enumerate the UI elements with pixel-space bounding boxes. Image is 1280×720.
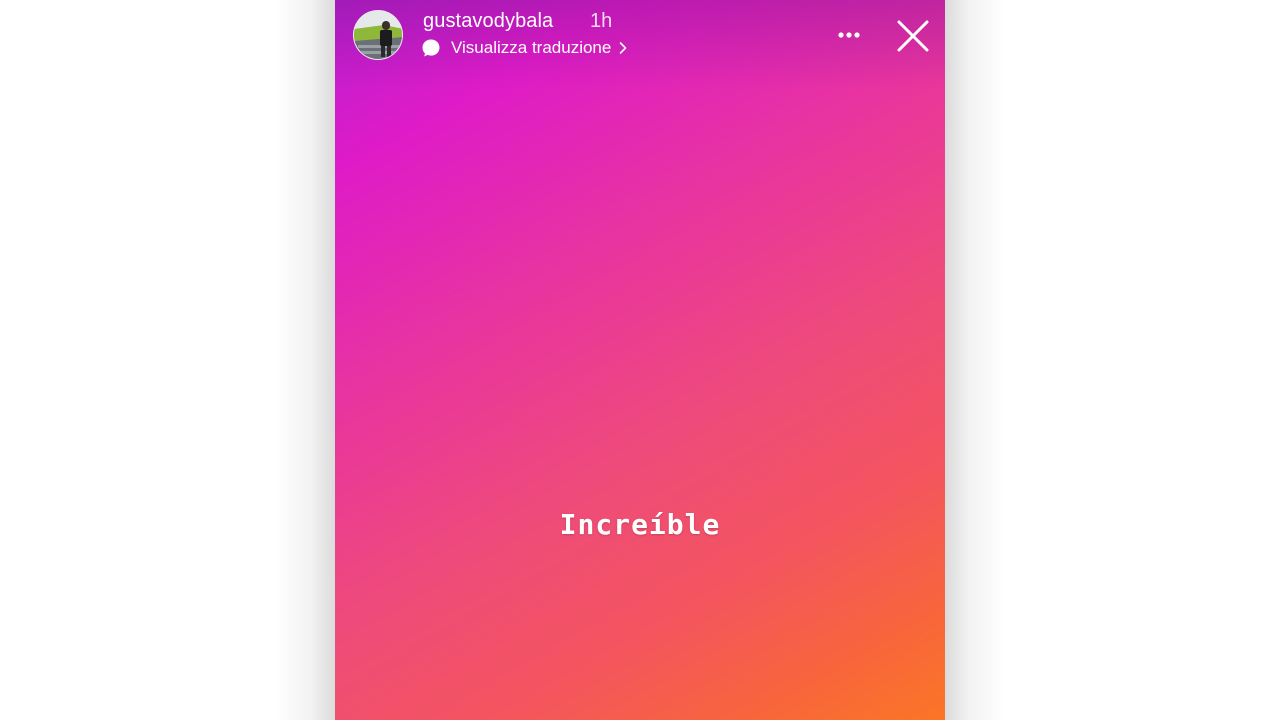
story-panel[interactable]: gustavodybala 1h Visualizza traduzione I… xyxy=(335,0,945,720)
close-icon xyxy=(897,20,929,52)
story-header: gustavodybala 1h Visualizza traduzione xyxy=(335,0,945,70)
chevron-right-icon xyxy=(620,42,627,54)
more-options-button[interactable] xyxy=(832,22,870,48)
view-translation-link[interactable]: Visualizza traduzione xyxy=(421,36,628,60)
username-link[interactable]: gustavodybala xyxy=(423,10,553,33)
panel-shadow-left xyxy=(275,0,335,720)
speech-bubble-icon xyxy=(422,39,440,57)
view-translation-label: Visualizza traduzione xyxy=(451,38,612,57)
avatar[interactable] xyxy=(353,10,403,60)
panel-shadow-right xyxy=(945,0,1005,720)
close-button[interactable] xyxy=(894,17,932,55)
more-horizontal-icon xyxy=(838,32,860,38)
viewer-stage: gustavodybala 1h Visualizza traduzione I… xyxy=(0,0,1280,720)
story-caption: Increíble xyxy=(559,508,721,541)
avatar-photo-icon xyxy=(354,11,402,59)
story-timestamp: 1h xyxy=(590,10,613,32)
